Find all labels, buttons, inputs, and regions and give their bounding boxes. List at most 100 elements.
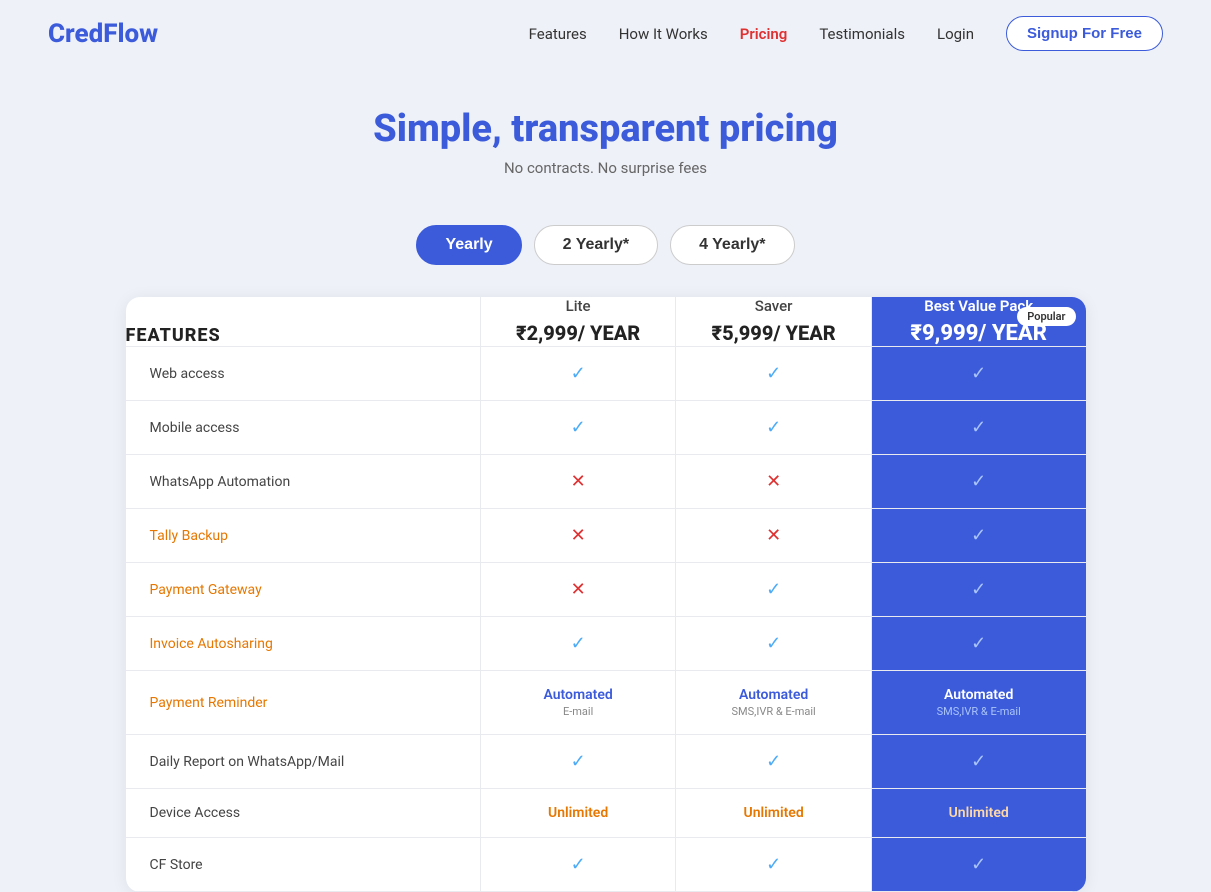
table-row: Web access ✓ ✓ ✓ <box>126 347 1086 401</box>
check-icon: ✓ <box>971 471 986 492</box>
best-device-access: Unlimited <box>871 789 1085 838</box>
saver-plan-header: Saver ₹5,999/ YEAR <box>676 297 872 347</box>
check-icon: ✓ <box>971 751 986 772</box>
lite-payment-reminder: Automated E-mail <box>480 671 676 735</box>
saver-payment-gateway: ✓ <box>676 563 872 617</box>
feature-device-access: Device Access <box>126 789 481 838</box>
table-row: Device Access Unlimited Unlimited Unlimi… <box>126 789 1086 838</box>
saver-tally: ✕ <box>676 509 872 563</box>
best-mobile-access: ✓ <box>871 401 1085 455</box>
billing-toggle: Yearly 2 Yearly* 4 Yearly* <box>0 225 1211 265</box>
feature-invoice: Invoice Autosharing <box>126 617 481 671</box>
reminder-sub: E-mail <box>489 705 668 718</box>
feature-mobile-access: Mobile access <box>126 401 481 455</box>
saver-cf-store: ✓ <box>676 838 872 892</box>
features-column-header: FEATURES <box>126 297 481 347</box>
automated-label: Automated <box>944 687 1013 703</box>
check-icon: ✓ <box>766 751 781 772</box>
lite-whatsapp: ✕ <box>480 455 676 509</box>
table-row: Payment Reminder Automated E-mail Automa… <box>126 671 1086 735</box>
best-payment-reminder: Automated SMS,IVR & E-mail <box>871 671 1085 735</box>
saver-device-access: Unlimited <box>676 789 872 838</box>
best-whatsapp: ✓ <box>871 455 1085 509</box>
table-header-row: FEATURES Lite ₹2,999/ YEAR Saver ₹5,999/… <box>126 297 1086 347</box>
toggle-yearly[interactable]: Yearly <box>416 225 521 265</box>
check-icon: ✓ <box>571 751 586 772</box>
saver-payment-reminder: Automated SMS,IVR & E-mail <box>676 671 872 735</box>
saver-invoice: ✓ <box>676 617 872 671</box>
check-icon: ✓ <box>766 633 781 654</box>
lite-plan-header: Lite ₹2,999/ YEAR <box>480 297 676 347</box>
check-icon: ✓ <box>571 854 586 875</box>
feature-cf-store: CF Store <box>126 838 481 892</box>
check-icon: ✓ <box>766 363 781 384</box>
best-tally: ✓ <box>871 509 1085 563</box>
cross-icon: ✕ <box>571 471 586 492</box>
check-icon: ✓ <box>571 417 586 438</box>
nav-pricing[interactable]: Pricing <box>740 25 788 43</box>
check-icon: ✓ <box>971 579 986 600</box>
saver-plan-price: ₹5,999/ YEAR <box>676 321 871 345</box>
best-cf-store: ✓ <box>871 838 1085 892</box>
pricing-table-wrap: FEATURES Lite ₹2,999/ YEAR Saver ₹5,999/… <box>126 297 1086 892</box>
reminder-sub: SMS,IVR & E-mail <box>684 705 863 718</box>
navbar: CredFlow Features How It Works Pricing T… <box>0 0 1211 67</box>
toggle-4yearly[interactable]: 4 Yearly* <box>670 225 794 265</box>
nav-login[interactable]: Login <box>937 25 974 43</box>
hero-subtitle: No contracts. No surprise fees <box>0 159 1211 177</box>
check-icon: ✓ <box>571 363 586 384</box>
feature-daily-report: Daily Report on WhatsApp/Mail <box>126 735 481 789</box>
cross-icon: ✕ <box>571 579 586 600</box>
automated-label: Automated <box>543 687 612 703</box>
best-payment-gateway: ✓ <box>871 563 1085 617</box>
lite-plan-name: Lite <box>481 297 676 315</box>
reminder-sub: SMS,IVR & E-mail <box>880 705 1078 718</box>
unlimited-label: Unlimited <box>548 805 608 821</box>
feature-tally: Tally Backup <box>126 509 481 563</box>
unlimited-label: Unlimited <box>949 805 1009 821</box>
toggle-2yearly[interactable]: 2 Yearly* <box>534 225 658 265</box>
cross-icon: ✕ <box>766 525 781 546</box>
lite-payment-gateway: ✕ <box>480 563 676 617</box>
saver-mobile-access: ✓ <box>676 401 872 455</box>
lite-mobile-access: ✓ <box>480 401 676 455</box>
check-icon: ✓ <box>971 525 986 546</box>
check-icon: ✓ <box>971 363 986 384</box>
popular-badge: Popular <box>1017 307 1075 326</box>
feature-whatsapp: WhatsApp Automation <box>126 455 481 509</box>
feature-payment-reminder: Payment Reminder <box>126 671 481 735</box>
saver-whatsapp: ✕ <box>676 455 872 509</box>
brand-logo: CredFlow <box>48 19 158 49</box>
check-icon: ✓ <box>766 854 781 875</box>
check-icon: ✓ <box>971 633 986 654</box>
table-row: Tally Backup ✕ ✕ ✓ <box>126 509 1086 563</box>
nav-testimonials[interactable]: Testimonials <box>819 25 905 43</box>
lite-invoice: ✓ <box>480 617 676 671</box>
best-invoice: ✓ <box>871 617 1085 671</box>
check-icon: ✓ <box>571 633 586 654</box>
lite-cf-store: ✓ <box>480 838 676 892</box>
table-row: Invoice Autosharing ✓ ✓ ✓ <box>126 617 1086 671</box>
feature-payment-gateway: Payment Gateway <box>126 563 481 617</box>
nav-links: Features How It Works Pricing Testimonia… <box>529 16 1163 51</box>
check-icon: ✓ <box>766 579 781 600</box>
nav-features[interactable]: Features <box>529 25 587 43</box>
cross-icon: ✕ <box>571 525 586 546</box>
lite-daily-report: ✓ <box>480 735 676 789</box>
pricing-table: FEATURES Lite ₹2,999/ YEAR Saver ₹5,999/… <box>126 297 1086 892</box>
table-row: WhatsApp Automation ✕ ✕ ✓ <box>126 455 1086 509</box>
table-row: Daily Report on WhatsApp/Mail ✓ ✓ ✓ <box>126 735 1086 789</box>
signup-button[interactable]: Signup For Free <box>1006 16 1163 51</box>
lite-tally: ✕ <box>480 509 676 563</box>
lite-plan-price: ₹2,999/ YEAR <box>481 321 676 345</box>
nav-how-it-works[interactable]: How It Works <box>619 25 708 43</box>
saver-web-access: ✓ <box>676 347 872 401</box>
cross-icon: ✕ <box>766 471 781 492</box>
table-row: CF Store ✓ ✓ ✓ <box>126 838 1086 892</box>
check-icon: ✓ <box>971 417 986 438</box>
check-icon: ✓ <box>766 417 781 438</box>
best-daily-report: ✓ <box>871 735 1085 789</box>
feature-web-access: Web access <box>126 347 481 401</box>
table-row: Payment Gateway ✕ ✓ ✓ <box>126 563 1086 617</box>
table-row: Mobile access ✓ ✓ ✓ <box>126 401 1086 455</box>
